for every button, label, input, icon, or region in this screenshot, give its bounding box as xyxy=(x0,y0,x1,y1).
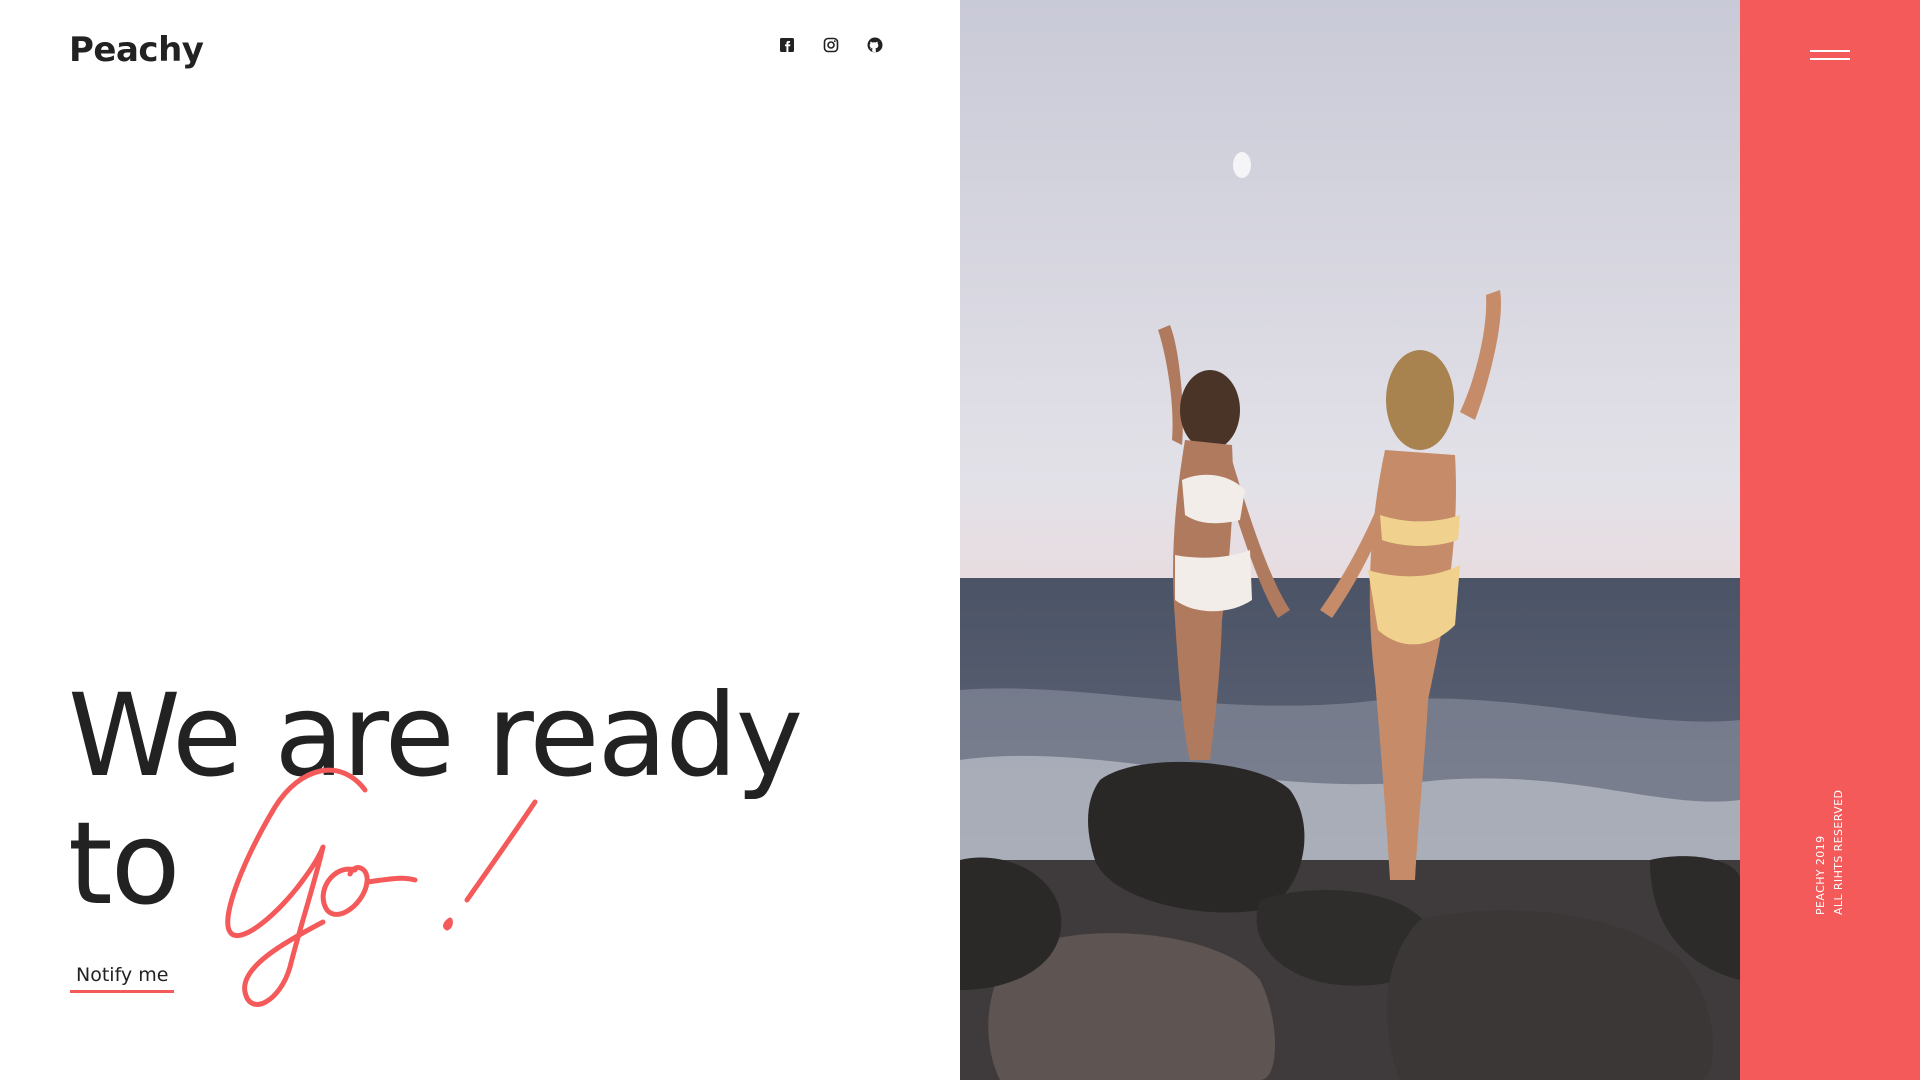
menu-bar xyxy=(1810,50,1850,52)
left-panel: Peachy We are ready to Notify me xyxy=(0,0,960,1080)
hamburger-menu-icon[interactable] xyxy=(1810,46,1852,66)
menu-bar xyxy=(1810,58,1850,60)
beach-photo-illustration xyxy=(960,0,1740,1080)
instagram-icon[interactable] xyxy=(822,36,840,54)
facebook-icon[interactable] xyxy=(778,36,796,54)
hero-headline: We are ready to xyxy=(68,669,803,930)
hero-photo xyxy=(960,0,1740,1080)
rights-text: ALL RIHTS RESERVED xyxy=(1832,789,1845,915)
hero-line-2: to xyxy=(68,797,180,930)
notify-me-button[interactable]: Notify me xyxy=(70,964,175,993)
right-rail: PEACHY 2019 ALL RIHTS RESERVED xyxy=(1740,0,1920,1080)
social-links xyxy=(778,36,884,54)
copyright-text: PEACHY 2019 xyxy=(1814,835,1827,915)
hero-line-1: We are ready xyxy=(68,669,803,802)
brand-logo[interactable]: Peachy xyxy=(69,30,204,70)
github-icon[interactable] xyxy=(866,36,884,54)
